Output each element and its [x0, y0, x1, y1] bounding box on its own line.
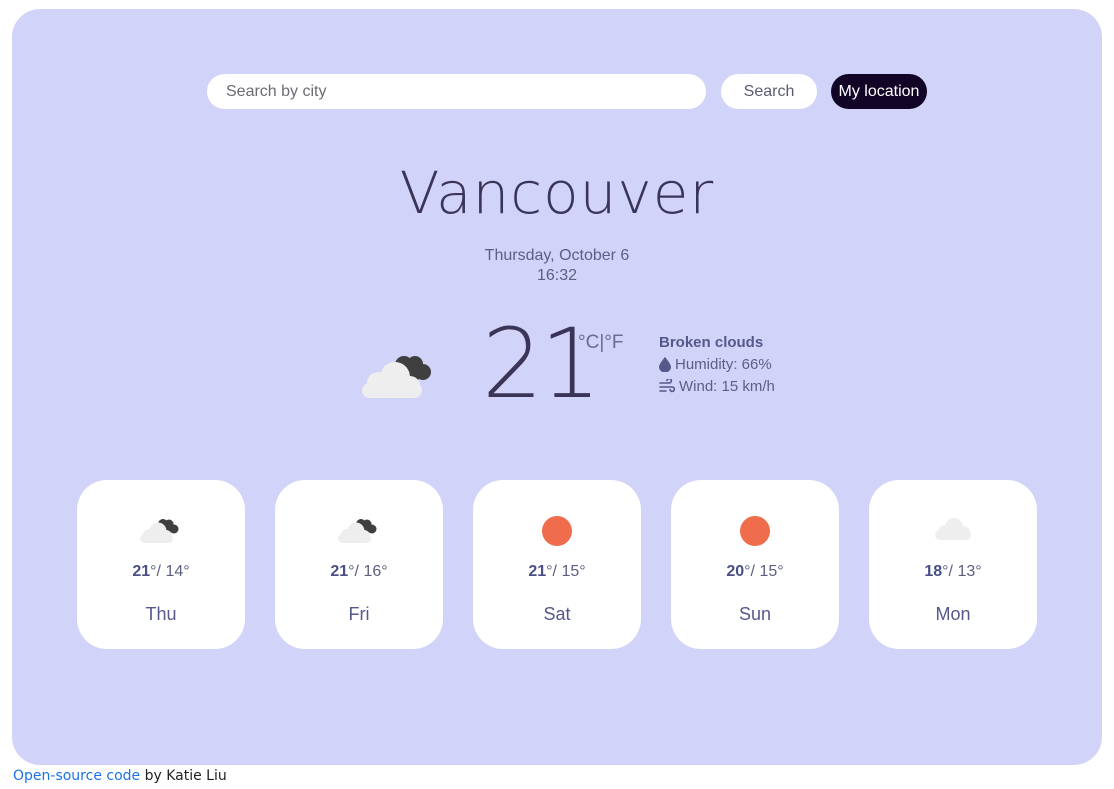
- weather-details: Broken clouds Humidity: 66% Wind: 15 km/…: [659, 334, 775, 400]
- search-input[interactable]: [207, 74, 706, 109]
- author-credit: by Katie Liu: [140, 768, 227, 784]
- forecast-min: 15: [759, 563, 778, 580]
- forecast-day: Mon: [935, 604, 971, 624]
- wind-text: Wind: 15 km/h: [679, 378, 775, 395]
- forecast-temps: 18°/ 13°: [924, 563, 982, 580]
- forecast-min: 13: [957, 563, 976, 580]
- humidity-row: Humidity: 66%: [659, 356, 775, 373]
- broken-clouds-icon: [275, 508, 443, 548]
- unit-toggle: °C|°F: [578, 332, 623, 354]
- forecast-temps: 21°/ 15°: [528, 563, 586, 580]
- forecast-min: 16: [363, 563, 382, 580]
- forecast-day: Fri: [348, 604, 370, 624]
- forecast-day: Sat: [543, 604, 571, 624]
- forecast-card: 18°/ 13° Mon: [869, 480, 1037, 649]
- fahrenheit-link[interactable]: °F: [604, 332, 623, 353]
- humidity-text: Humidity: 66%: [675, 356, 772, 373]
- broken-clouds-icon: [77, 508, 245, 548]
- sun-icon: [473, 508, 641, 548]
- broken-clouds-icon: [360, 347, 436, 406]
- source-code-link[interactable]: Open-source code: [13, 768, 140, 784]
- forecast-temps: 21°/ 14°: [132, 563, 190, 580]
- cloud-icon: [869, 508, 1037, 548]
- my-location-button[interactable]: My location: [831, 74, 927, 109]
- forecast-temps: 20°/ 15°: [726, 563, 784, 580]
- forecast-temps: 21°/ 16°: [330, 563, 388, 580]
- forecast-max: 21: [132, 563, 151, 580]
- forecast-day: Sun: [738, 604, 772, 624]
- celsius-link[interactable]: °C: [578, 332, 599, 353]
- wind-row: Wind: 15 km/h: [659, 378, 775, 395]
- wind-icon: [659, 379, 675, 393]
- forecast-day: Thu: [145, 604, 177, 624]
- current-temperature: 21: [482, 308, 601, 420]
- droplet-icon: [659, 357, 671, 372]
- forecast-card: 21°/ 14° Thu: [77, 480, 245, 649]
- forecast-min: 14: [165, 563, 184, 580]
- forecast-card: 20°/ 15° Sun: [671, 480, 839, 649]
- forecast-card: 21°/ 16° Fri: [275, 480, 443, 649]
- weather-app: Search My location Vancouver Thursday, O…: [12, 9, 1102, 765]
- footer: Open-source code by Katie Liu: [13, 768, 227, 784]
- forecast-card: 21°/ 15° Sat: [473, 480, 641, 649]
- current-date: Thursday, October 6: [484, 247, 630, 264]
- forecast-max: 18: [924, 563, 943, 580]
- sun-icon: [671, 508, 839, 548]
- search-bar: Search My location: [207, 74, 927, 109]
- weather-description: Broken clouds: [659, 334, 764, 351]
- forecast-min: 15: [561, 563, 580, 580]
- forecast-max: 21: [330, 563, 349, 580]
- city-name: Vancouver: [399, 159, 715, 227]
- search-button[interactable]: Search: [721, 74, 817, 109]
- current-time: 16:32: [536, 267, 578, 284]
- forecast-max: 21: [528, 563, 547, 580]
- forecast-max: 20: [726, 563, 745, 580]
